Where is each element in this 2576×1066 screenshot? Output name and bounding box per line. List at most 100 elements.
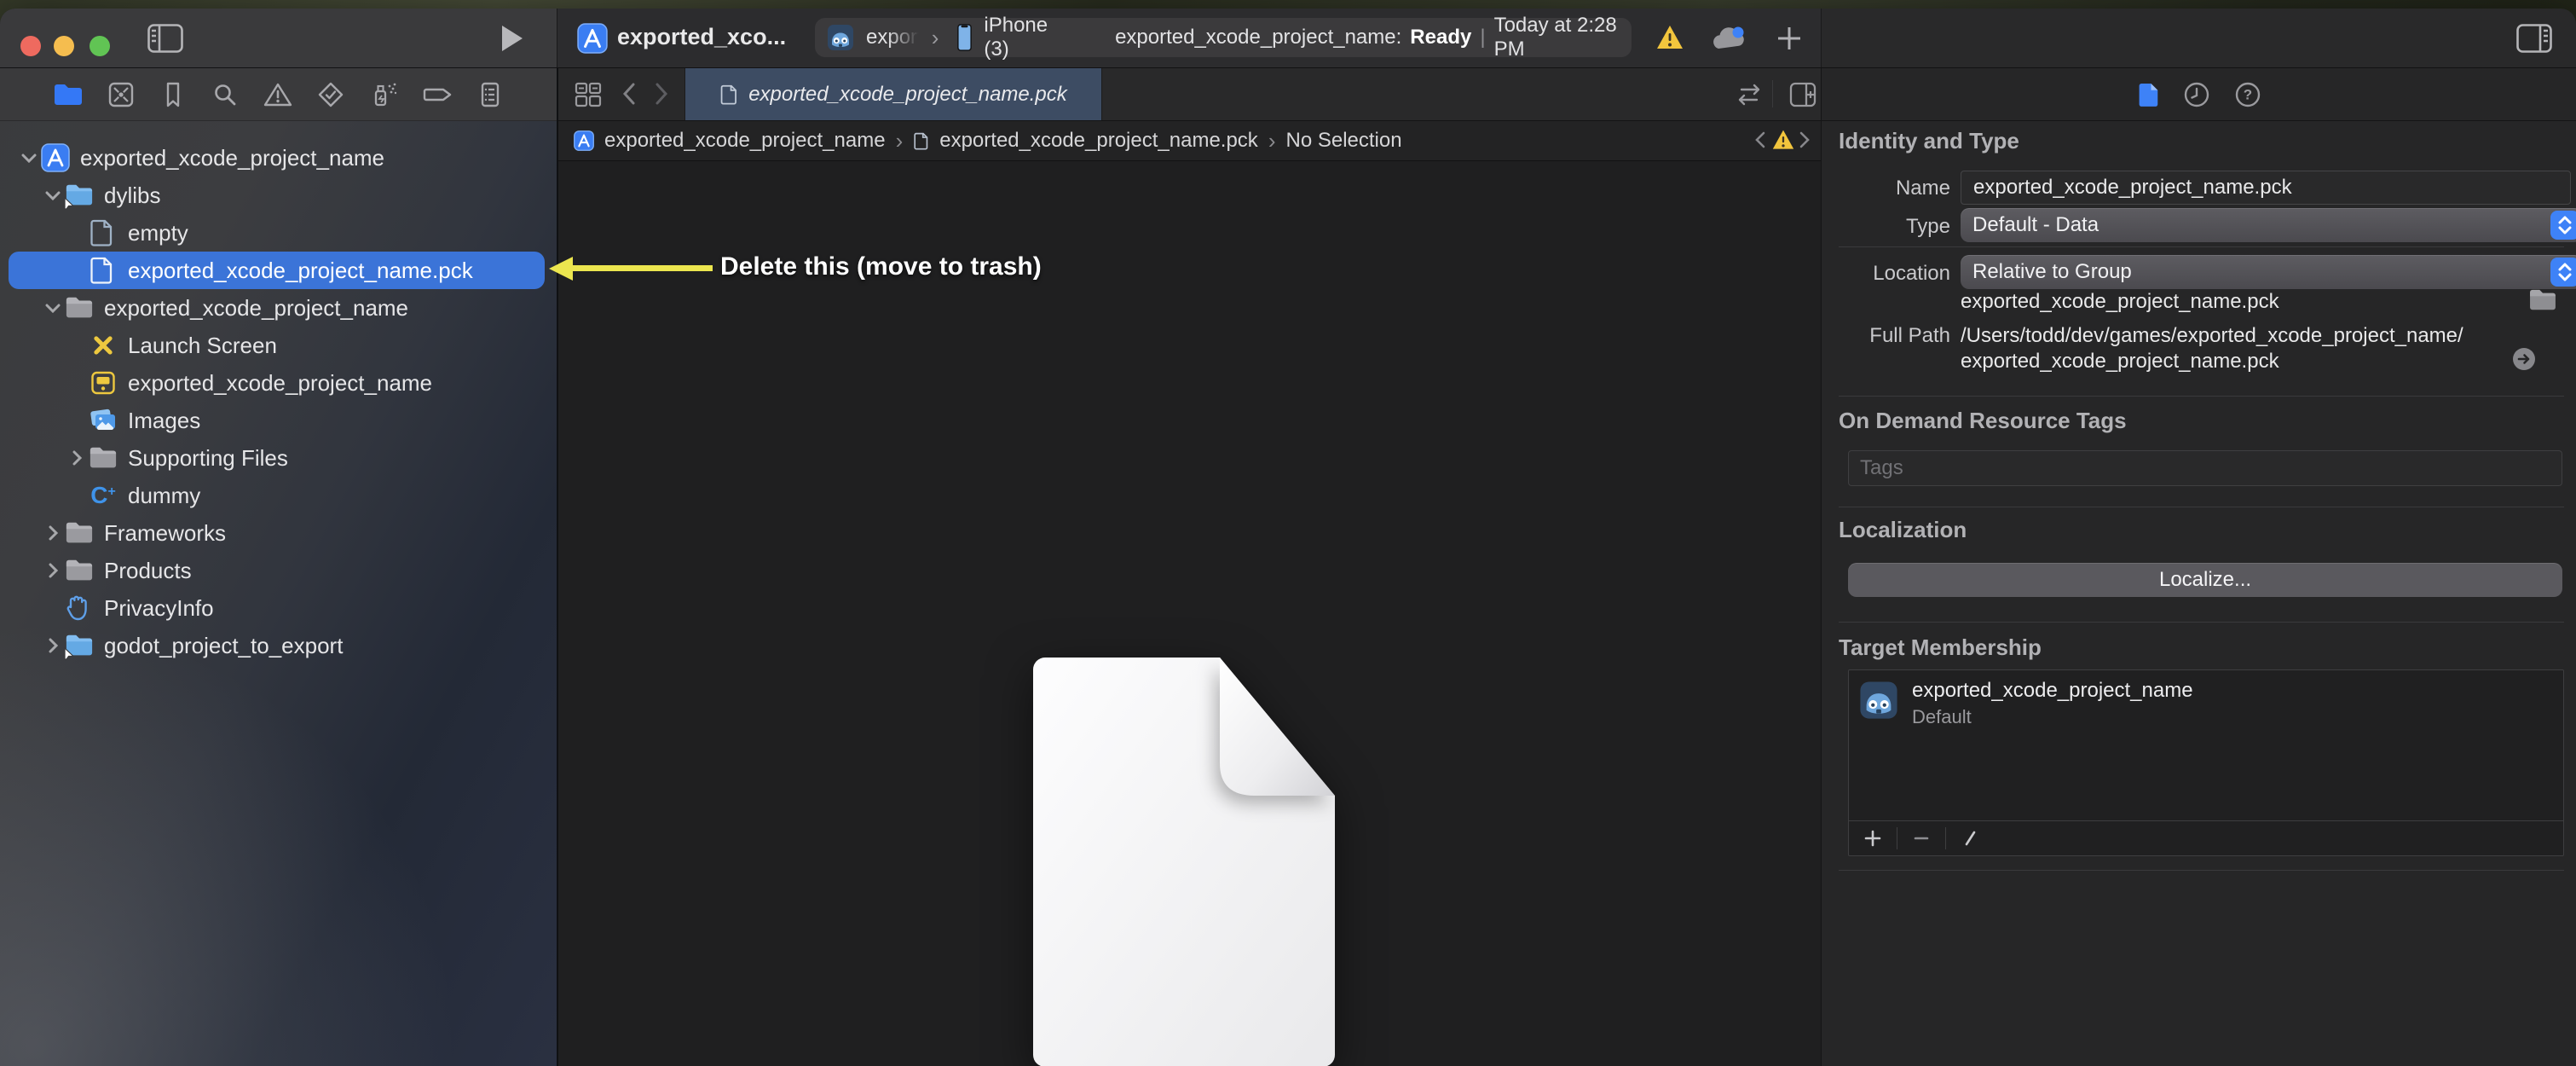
- iphone-device-icon: [957, 24, 972, 51]
- tree-label: Frameworks: [104, 520, 226, 547]
- navigator-sidebar: exported_xcode_project_name dylibs empty: [0, 68, 558, 1066]
- breadcrumb-file[interactable]: exported_xcode_project_name.pck: [939, 129, 1258, 153]
- tree-row-dylibs[interactable]: dylibs: [0, 177, 557, 214]
- breadcrumb-project[interactable]: exported_xcode_project_name: [604, 129, 886, 153]
- chevron-right-icon[interactable]: [41, 638, 65, 653]
- breakpoints-navigator-icon[interactable]: [422, 80, 453, 109]
- source-control-icon[interactable]: [107, 80, 136, 109]
- warning-badge-icon[interactable]: [1655, 24, 1684, 51]
- tree-label: exported_xcode_project_name: [80, 145, 384, 171]
- chevron-right-icon[interactable]: [65, 450, 89, 466]
- device-menu[interactable]: iPhone (3): [984, 14, 1066, 61]
- tests-navigator-icon[interactable]: [316, 80, 345, 109]
- chevron-right-icon[interactable]: [41, 563, 65, 578]
- interface-builder-icon: [89, 331, 118, 360]
- tree-row-empty[interactable]: empty: [0, 214, 557, 252]
- add-editor-icon[interactable]: [1788, 81, 1817, 108]
- chevron-down-icon[interactable]: [41, 190, 65, 200]
- issues-navigator-icon[interactable]: [263, 80, 293, 109]
- target-membership-header: Target Membership: [1839, 634, 2042, 661]
- tree-row-godot-project[interactable]: godot_project_to_export: [0, 627, 557, 664]
- history-inspector-icon[interactable]: [2183, 81, 2210, 108]
- project-navigator-icon[interactable]: [53, 82, 84, 107]
- minimize-button[interactable]: [54, 36, 74, 56]
- tree-row-dummy[interactable]: C+ dummy: [0, 477, 557, 514]
- name-field[interactable]: exported_xcode_project_name.pck: [1961, 171, 2571, 205]
- tree-row-privacyinfo[interactable]: PrivacyInfo: [0, 589, 557, 627]
- type-dropdown[interactable]: Default - Data: [1961, 208, 2576, 242]
- tags-input[interactable]: [1848, 450, 2562, 486]
- full-path-label: Full Path: [1822, 324, 1950, 348]
- location-dropdown[interactable]: Relative to Group: [1961, 255, 2576, 289]
- reports-navigator-icon[interactable]: [476, 80, 505, 109]
- show-in-finder-folder-icon[interactable]: [2528, 288, 2557, 312]
- tree-row-frameworks[interactable]: Frameworks: [0, 514, 557, 552]
- remove-target-button[interactable]: [1897, 821, 1945, 855]
- chevron-right-icon[interactable]: [41, 525, 65, 541]
- section-divider: [1839, 622, 2564, 623]
- breadcrumb-separator: ›: [1268, 128, 1276, 154]
- tree-label: PrivacyInfo: [104, 595, 214, 622]
- editor-tab-active[interactable]: exported_xcode_project_name.pck: [684, 68, 1102, 120]
- editor-tab-bar: exported_xcode_project_name.pck: [558, 68, 1821, 121]
- scheme-status-pill: export › iPhone (3) exported_xcode_proje…: [815, 18, 1632, 57]
- cloud-sync-icon[interactable]: [1710, 26, 1747, 51]
- close-button[interactable]: [20, 36, 41, 56]
- photos-icon: [89, 407, 118, 434]
- project-app-icon: [577, 23, 608, 54]
- tree-label: dummy: [128, 483, 200, 509]
- issue-warning-icon[interactable]: [1771, 129, 1795, 151]
- status-separator: |: [1480, 26, 1485, 49]
- zoom-button[interactable]: [90, 36, 110, 56]
- full-path-line2: exported_xcode_project_name.pck: [1961, 350, 2279, 374]
- swap-editor-icon[interactable]: [1735, 83, 1764, 107]
- tree-row-supporting-files[interactable]: Supporting Files: [0, 439, 557, 477]
- file-inspector-icon[interactable]: [2137, 81, 2159, 108]
- scheme-menu[interactable]: export: [866, 26, 923, 49]
- file-inspector-body: Identity and Type Name exported_xcode_pr…: [1822, 121, 2576, 1066]
- quick-help-inspector-icon[interactable]: ?: [2234, 81, 2261, 108]
- tree-row-group-folder[interactable]: exported_xcode_project_name: [0, 289, 557, 327]
- chevron-down-icon[interactable]: [17, 153, 41, 163]
- document-icon: [719, 84, 738, 106]
- related-items-icon[interactable]: [574, 81, 603, 108]
- open-path-arrow-icon[interactable]: [2511, 346, 2537, 372]
- toggle-inspector-icon[interactable]: [2516, 24, 2552, 53]
- back-button[interactable]: [621, 82, 637, 106]
- folder-icon: [65, 558, 94, 583]
- localize-button[interactable]: Localize...: [1848, 563, 2562, 597]
- find-navigator-icon[interactable]: [211, 80, 240, 109]
- toggle-navigator-icon[interactable]: [147, 24, 183, 53]
- status-state: Ready: [1410, 26, 1471, 49]
- edit-target-button[interactable]: [1946, 821, 1994, 855]
- next-issue-icon[interactable]: [1799, 130, 1811, 149]
- tree-row-images[interactable]: Images: [0, 402, 557, 439]
- tree-row-project-root[interactable]: exported_xcode_project_name: [0, 139, 557, 177]
- add-target-button[interactable]: [1849, 821, 1897, 855]
- stepper-icon: [2550, 258, 2576, 287]
- run-button[interactable]: [501, 25, 523, 52]
- document-icon: [89, 256, 118, 285]
- godot-scheme-icon[interactable]: [827, 24, 854, 51]
- target-membership-box: exported_xcode_project_name Default: [1848, 669, 2564, 856]
- xcode-project-icon: [41, 143, 70, 172]
- add-tab-icon[interactable]: [1776, 26, 1802, 51]
- breadcrumb-no-selection: No Selection: [1285, 129, 1401, 153]
- tab-label: exported_xcode_project_name.pck: [748, 83, 1067, 107]
- tree-row-pck-selected[interactable]: exported_xcode_project_name.pck: [9, 252, 545, 289]
- tree-row-asset-catalog[interactable]: exported_xcode_project_name: [0, 364, 557, 402]
- localization-section-header: Localization: [1839, 517, 1967, 543]
- tree-label: Supporting Files: [128, 445, 288, 472]
- previous-issue-icon[interactable]: [1754, 130, 1766, 149]
- tree-label: Images: [128, 408, 200, 434]
- tree-row-products[interactable]: Products: [0, 552, 557, 589]
- tree-row-launch-screen[interactable]: Launch Screen: [0, 327, 557, 364]
- bookmarks-navigator-icon[interactable]: [159, 80, 188, 109]
- forward-button[interactable]: [654, 82, 669, 106]
- scheme-name-fade: [887, 26, 927, 49]
- chevron-down-icon[interactable]: [41, 303, 65, 313]
- xcode-project-icon: [574, 130, 594, 151]
- debug-navigator-icon[interactable]: [368, 80, 399, 109]
- target-name[interactable]: exported_xcode_project_name: [1912, 679, 2193, 703]
- title-bar: exported_xco... export › iPhone (3) expo…: [0, 9, 2576, 68]
